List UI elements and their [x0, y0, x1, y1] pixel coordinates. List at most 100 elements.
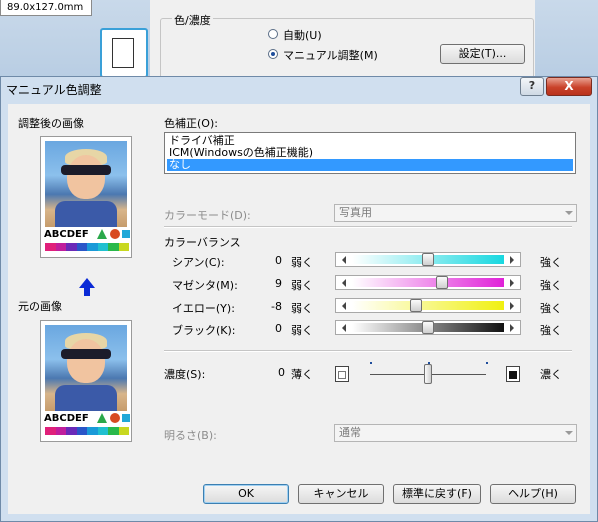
brightness-label: 明るさ(B): — [164, 429, 217, 442]
balance-slider-thumb[interactable] — [422, 253, 434, 266]
balance-slider[interactable] — [335, 298, 521, 313]
arrow-right-icon[interactable] — [510, 302, 514, 310]
balance-slider[interactable] — [335, 275, 521, 290]
density-label: 濃度(S): — [164, 368, 206, 381]
density-value: 0 — [278, 366, 285, 379]
balance-row-label: イエロー(Y): — [172, 302, 235, 315]
preview-photo — [45, 325, 127, 411]
balance-row-value: -8 — [271, 300, 282, 313]
arrow-left-icon[interactable] — [342, 279, 346, 287]
close-icon: X — [564, 79, 574, 93]
settings-button[interactable]: 設定(T)... — [440, 44, 525, 64]
balance-slider[interactable] — [335, 252, 521, 267]
original-image-label: 元の画像 — [18, 300, 62, 313]
close-button[interactable]: X — [546, 77, 592, 96]
chevron-down-icon — [565, 211, 573, 215]
dialog-title: マニュアル色調整 — [6, 83, 102, 97]
balance-row-left-label: 弱く — [291, 256, 313, 269]
color-mode-select[interactable]: 写真用 — [334, 204, 577, 222]
arrow-right-icon[interactable] — [510, 279, 514, 287]
color-balance-label: カラーバランス — [164, 236, 241, 249]
color-swatches — [45, 427, 129, 435]
balance-row-label: マゼンタ(M): — [172, 279, 238, 292]
sample-text: ABCDEF — [44, 229, 89, 240]
density-left-label: 薄く — [291, 368, 313, 381]
color-swatch — [87, 427, 98, 435]
balance-row-left-label: 弱く — [291, 324, 313, 337]
paper-orientation-button[interactable] — [100, 28, 148, 78]
arrow-up-icon — [79, 278, 95, 288]
color-swatch — [97, 427, 108, 435]
arrow-right-icon[interactable] — [510, 324, 514, 332]
balance-slider-thumb[interactable] — [435, 276, 448, 289]
balance-row-left-label: 弱く — [291, 279, 313, 292]
dark-page-icon — [506, 366, 520, 382]
color-swatch — [118, 243, 129, 251]
balance-row-label: ブラック(K): — [172, 324, 236, 337]
balance-gradient — [352, 301, 504, 310]
color-swatch — [108, 427, 119, 435]
color-swatch — [108, 243, 119, 251]
balance-slider-thumb[interactable] — [422, 321, 434, 334]
color-swatch — [45, 243, 56, 251]
density-tick — [486, 362, 488, 364]
paper-size-field: 89.0x127.0mm — [0, 0, 92, 16]
color-swatch — [97, 243, 108, 251]
manual-radio-label: マニュアル調整(M) — [283, 49, 378, 62]
sample-shapes-icon — [97, 229, 130, 239]
auto-radio[interactable] — [268, 29, 278, 39]
arrow-right-icon[interactable] — [510, 256, 514, 264]
page-icon — [112, 38, 134, 68]
list-item[interactable]: なし — [167, 159, 573, 171]
sample-text: ABCDEF — [44, 413, 89, 424]
balance-gradient — [352, 278, 504, 287]
balance-row-right-label: 強く — [540, 256, 562, 269]
color-swatch — [55, 243, 66, 251]
adjusted-preview: ABCDEF — [40, 136, 132, 258]
color-correction-listbox[interactable]: ドライバ補正 ICM(Windowsの色補正機能) なし — [164, 132, 576, 174]
chevron-down-icon — [565, 431, 573, 435]
balance-row-value: 9 — [275, 277, 282, 290]
brightness-value: 通常 — [339, 426, 361, 439]
divider — [164, 226, 572, 228]
density-slider-thumb[interactable] — [424, 364, 432, 384]
ok-button[interactable]: OK — [203, 484, 289, 504]
balance-slider[interactable] — [335, 320, 521, 335]
balance-row-value: 0 — [275, 254, 282, 267]
color-mode-value: 写真用 — [339, 206, 372, 219]
balance-row-left-label: 弱く — [291, 302, 313, 315]
brightness-select[interactable]: 通常 — [334, 424, 577, 442]
default-button[interactable]: 標準に戻す(F) — [393, 484, 481, 504]
help-title-button[interactable]: ? — [520, 77, 544, 96]
color-swatch — [87, 243, 98, 251]
color-swatch — [55, 427, 66, 435]
balance-row-right-label: 強く — [540, 324, 562, 337]
color-swatches — [45, 243, 129, 251]
color-swatch — [76, 243, 87, 251]
original-preview: ABCDEF — [40, 320, 132, 442]
color-swatch — [66, 243, 77, 251]
list-item[interactable]: ICM(Windowsの色補正機能) — [167, 147, 573, 159]
color-swatch — [45, 427, 56, 435]
divider — [164, 350, 572, 352]
cancel-button[interactable]: キャンセル — [298, 484, 384, 504]
balance-row-right-label: 強く — [540, 279, 562, 292]
color-mode-label: カラーモード(D): — [164, 209, 251, 222]
light-page-icon — [335, 366, 349, 382]
arrow-left-icon[interactable] — [342, 302, 346, 310]
preview-photo — [45, 141, 127, 227]
balance-slider-thumb[interactable] — [409, 299, 422, 312]
balance-row-label: シアン(C): — [172, 256, 225, 269]
arrow-up-stem — [84, 288, 90, 296]
density-tick — [370, 362, 372, 364]
color-swatch — [118, 427, 129, 435]
adjusted-image-label: 調整後の画像 — [18, 117, 84, 130]
help-button[interactable]: ヘルプ(H) — [490, 484, 576, 504]
arrow-left-icon[interactable] — [342, 324, 346, 332]
color-correction-label: 色補正(O): — [164, 117, 218, 130]
auto-radio-label: 自動(U) — [283, 29, 322, 42]
color-density-group-label: 色/濃度 — [172, 12, 213, 28]
manual-radio[interactable] — [268, 49, 278, 59]
arrow-left-icon[interactable] — [342, 256, 346, 264]
color-swatch — [76, 427, 87, 435]
